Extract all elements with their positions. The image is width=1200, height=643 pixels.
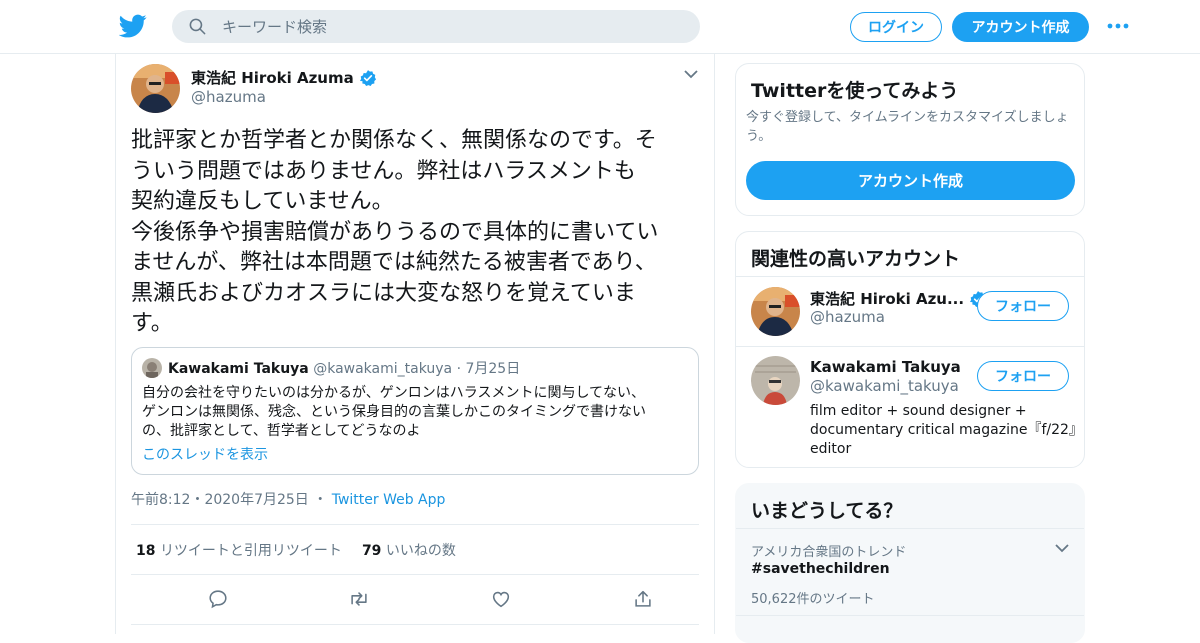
login-button[interactable]: ログイン	[850, 12, 942, 42]
tweet-text: 批評家とか哲学者とか関係なく、無関係なのです。そ ういう問題ではありません。弊社…	[131, 126, 703, 340]
quote-author-name[interactable]: Kawakami Takuya	[168, 361, 309, 377]
author-name[interactable]: 東浩紀 Hiroki Azuma	[191, 67, 377, 88]
divider	[131, 524, 699, 525]
tweet-text-line: ませんが、弊社は本問題では純然たる被害者であり、	[131, 250, 657, 275]
retweet-icon[interactable]	[348, 588, 370, 610]
related-account-handle[interactable]: @kawakami_takuya	[810, 377, 959, 395]
tweet-source-link[interactable]: Twitter Web App	[332, 492, 446, 508]
related-account-item[interactable]: Kawakami Takuya @kawakami_takuya フォロー fi…	[736, 346, 1084, 466]
quote-avatar[interactable]	[142, 358, 162, 378]
verified-badge-icon	[359, 69, 376, 86]
trend-context: アメリカ合衆国のトレンド	[751, 545, 907, 560]
tweet-timestamp[interactable]: 午前8:12・2020年7月25日	[131, 492, 309, 508]
quote-author-handle[interactable]: @kawakami_takuya	[313, 361, 452, 377]
tweet-meta: 午前8:12・2020年7月25日 ・ Twitter Web App	[131, 489, 445, 509]
retweet-count: 18	[136, 543, 156, 559]
tweet-text-line: ういう問題ではありません。弊社はハラスメントも	[131, 158, 636, 184]
trends-card: いまどうしてる？ アメリカ合衆国のトレンド #savethechildren 5…	[735, 483, 1085, 643]
divider	[736, 615, 1084, 616]
like-label: いいねの数	[385, 543, 456, 559]
twitter-logo-icon[interactable]	[119, 12, 147, 40]
show-thread-link[interactable]: このスレッドを表示	[142, 444, 268, 464]
search-input[interactable]	[222, 10, 682, 43]
divider	[131, 574, 699, 575]
tweet-text-line: 黒瀬氏およびカオスラには大変な怒りを覚えていま	[131, 280, 636, 306]
trend-tweet-count: 50,622件のツイート	[751, 592, 875, 607]
quote-header: Kawakami Takuya @kawakami_takuya · 7月25日	[168, 358, 520, 378]
quote-text-line: 自分の会社を守りたいのは分かるが、ゲンロンはハラスメントに関与してない、	[142, 385, 646, 401]
signup-button[interactable]: アカウント作成	[952, 12, 1089, 42]
related-accounts-title: 関連性の高いアカウント	[751, 248, 961, 270]
more-options-icon[interactable]	[1106, 18, 1130, 34]
related-account-item[interactable]: 東浩紀 Hiroki Azu... @hazuma フォロー	[736, 276, 1084, 346]
chevron-down-icon[interactable]	[683, 68, 699, 80]
quote-date[interactable]: 7月25日	[465, 361, 520, 377]
follow-button[interactable]: フォロー	[977, 361, 1069, 391]
chevron-down-icon[interactable]	[1054, 542, 1070, 554]
divider	[736, 528, 1084, 529]
tweet-stats: 18 リツイートと引用リツイート 79 いいねの数	[136, 540, 456, 560]
reply-icon[interactable]	[207, 588, 229, 610]
tweet-column: 東浩紀 Hiroki Azuma @hazuma 批評家とか哲学者とか関係なく、…	[115, 54, 715, 634]
like-heart-icon[interactable]	[490, 588, 512, 610]
related-account-name[interactable]: Kawakami Takuya	[810, 358, 961, 376]
signup-card: Twitterを使ってみよう 今すぐ登録して、タイムラインをカスタマイズしましょ…	[735, 63, 1085, 216]
search-icon	[189, 18, 206, 35]
trend-item[interactable]: #savethechildren	[751, 561, 890, 577]
related-account-bio: film editor + sound designer + documenta…	[810, 403, 1076, 457]
author-name-text[interactable]: 東浩紀 Hiroki Azuma	[191, 67, 354, 88]
divider	[131, 624, 699, 625]
related-accounts-card: 関連性の高いアカウント 東浩紀 Hiroki Azu... @hazuma フォ…	[735, 231, 1085, 468]
tweet-text-line: す。	[131, 311, 173, 336]
author-avatar[interactable]	[131, 64, 180, 113]
quote-text-line: ゲンロンは無関係、残念、という保身目的の言葉しかこのタイミングで書けない	[142, 404, 646, 420]
tweet-text-line: 今後係争や損害賠償がありうるので具体的に書いてい	[131, 219, 659, 245]
create-account-button[interactable]: アカウント作成	[746, 161, 1075, 200]
like-count: 79	[361, 543, 382, 559]
tweet-text-line: 契約違反もしていません。	[131, 189, 394, 214]
meta-dot-separator: ・	[313, 492, 328, 508]
related-account-handle[interactable]: @hazuma	[810, 308, 885, 326]
quote-text: 自分の会社を守りたいのは分かるが、ゲンロンはハラスメントに関与してない、 ゲンロ…	[142, 384, 690, 441]
author-handle[interactable]: @hazuma	[191, 88, 266, 106]
quote-dot-separator: ·	[456, 361, 462, 377]
retweet-label: リツイートと引用リツイート	[159, 543, 342, 559]
like-stat[interactable]: 79 いいねの数	[362, 540, 456, 560]
quoted-tweet[interactable]: Kawakami Takuya @kawakami_takuya · 7月25日…	[131, 347, 699, 475]
related-account-name-text[interactable]: 東浩紀 Hiroki Azu...	[810, 288, 964, 309]
signup-card-title: Twitterを使ってみよう	[751, 80, 959, 102]
share-icon[interactable]	[632, 588, 654, 610]
follow-button[interactable]: フォロー	[977, 291, 1069, 321]
trends-title: いまどうしてる？	[751, 500, 903, 522]
search-box[interactable]	[172, 10, 700, 43]
tweet-text-line: 批評家とか哲学者とか関係なく、無関係なのです。そ	[131, 128, 657, 153]
related-account-avatar[interactable]	[751, 287, 800, 336]
related-account-name[interactable]: 東浩紀 Hiroki Azu...	[810, 288, 987, 309]
top-bar: ログイン アカウント作成	[0, 0, 1200, 54]
quote-text-line: の、批評家として、哲学者としてどうなのよ	[142, 423, 421, 439]
related-account-avatar[interactable]	[751, 356, 800, 405]
retweet-stat[interactable]: 18 リツイートと引用リツイート	[136, 540, 342, 560]
tweet-actions	[131, 588, 699, 610]
signup-card-description: 今すぐ登録して、タイムラインをカスタマイズしましょう。	[746, 110, 1069, 144]
